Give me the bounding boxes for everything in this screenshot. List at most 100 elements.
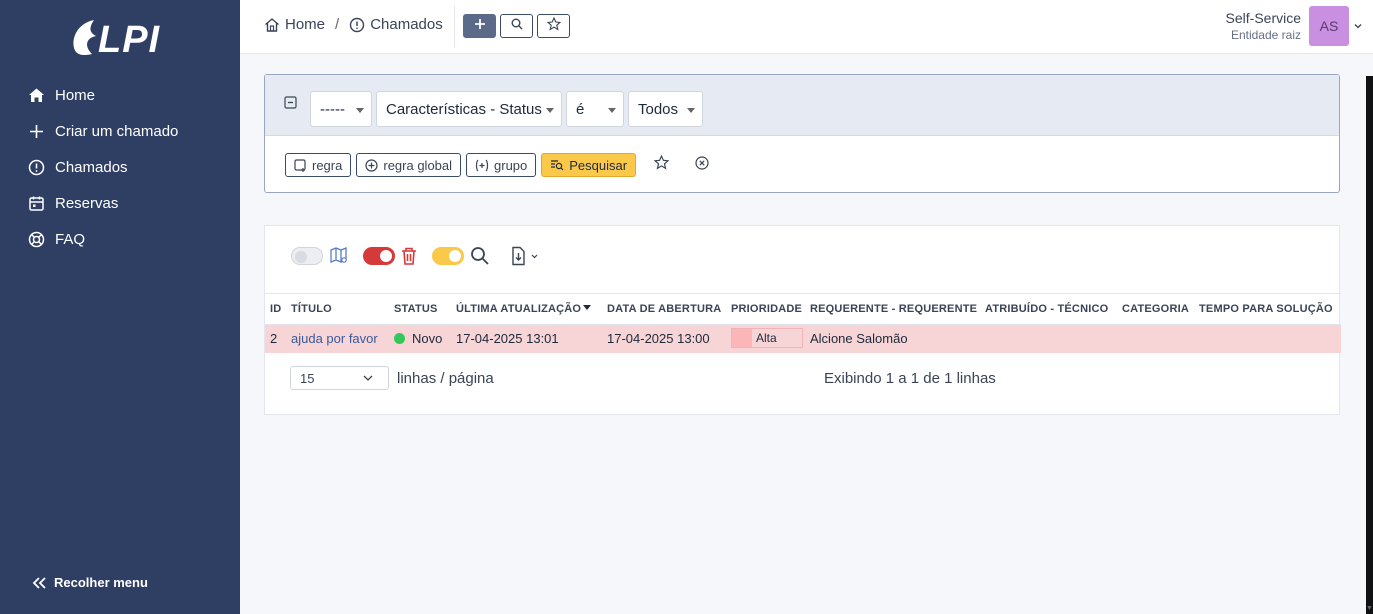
results-card: ID TÍTULO STATUS ÚLTIMA ATUALIZAÇÃO DATA… xyxy=(264,225,1341,415)
alert-circle-icon xyxy=(349,17,365,33)
add-group-button[interactable]: grupo xyxy=(466,153,537,177)
search-icon[interactable] xyxy=(470,246,490,266)
column-header-priority[interactable]: PRIORIDADE xyxy=(726,293,805,325)
column-header-status[interactable]: STATUS xyxy=(389,293,451,325)
star-icon xyxy=(546,16,561,36)
cell-last-update: 17-04-2025 13:01 xyxy=(451,324,602,353)
calendar-icon xyxy=(28,195,45,212)
saved-searches-button[interactable] xyxy=(537,14,570,38)
field-select-value: Características - Status xyxy=(386,100,542,118)
link-select[interactable]: ----- xyxy=(310,91,372,127)
sidebar-item-reservas[interactable]: Reservas xyxy=(0,185,240,221)
sidebar-item-faq[interactable]: FAQ xyxy=(0,221,240,257)
column-header-opened[interactable]: DATA DE ABERTURA xyxy=(602,293,726,325)
map-icon[interactable] xyxy=(329,246,349,266)
toggle-knob xyxy=(449,250,461,262)
export-icon[interactable] xyxy=(510,246,540,266)
star-icon xyxy=(653,154,669,175)
column-header-category[interactable]: CATEGORIA xyxy=(1117,293,1194,325)
table-header-row: ID TÍTULO STATUS ÚLTIMA ATUALIZAÇÃO DATA… xyxy=(265,293,1341,325)
status-new-icon xyxy=(394,333,405,345)
value-select-value: Todos xyxy=(638,100,679,118)
column-header-requester[interactable]: REQUERENTE - REQUERENTE xyxy=(805,293,980,325)
avatar[interactable]: AS xyxy=(1309,6,1349,46)
column-header-technician[interactable]: ATRIBUÍDO - TÉCNICO xyxy=(980,293,1117,325)
ticket-title-link[interactable]: ajuda por favor xyxy=(291,331,378,346)
sidebar-item-label: Criar um chamado xyxy=(55,122,179,140)
list-search-icon xyxy=(550,159,564,171)
circle-x-icon xyxy=(695,155,709,175)
breadcrumb: Home / Chamados xyxy=(264,16,443,33)
user-entity: Entidade raiz xyxy=(1230,28,1301,42)
criteria-actions: regra regra global grupo Pesquisar xyxy=(285,153,714,177)
circle-plus-icon xyxy=(365,158,378,172)
scroll-down-arrow[interactable]: ▼ xyxy=(1366,605,1373,612)
priority-label: Alta xyxy=(756,330,777,345)
user-info: Self-Service Entidade raiz xyxy=(1226,10,1301,42)
sidebar-item-label: FAQ xyxy=(55,230,86,248)
field-select[interactable]: Características - Status xyxy=(376,91,562,127)
map-toggle[interactable] xyxy=(291,247,323,265)
brackets-plus-icon xyxy=(475,159,489,172)
home-icon xyxy=(28,87,45,104)
plus-icon xyxy=(474,17,486,35)
breadcrumb-chamados[interactable]: Chamados xyxy=(349,16,443,33)
rows-per-page-select[interactable]: 15 xyxy=(290,366,389,390)
glpi-logo[interactable]: LPI xyxy=(68,14,172,60)
status-label: Novo xyxy=(412,331,443,347)
add-rule-button[interactable]: regra xyxy=(285,153,352,177)
toggle-knob xyxy=(380,250,392,262)
cell-category xyxy=(1117,324,1194,353)
breadcrumb-separator: / xyxy=(335,16,340,33)
search-criteria-panel: ----- Características - Status é Todos r… xyxy=(264,74,1340,193)
plus-icon xyxy=(28,123,45,140)
add-ticket-button[interactable] xyxy=(463,14,496,38)
results-toolbar xyxy=(291,246,540,266)
sidebar-item-label: Reservas xyxy=(55,194,119,212)
save-search-button[interactable] xyxy=(649,153,673,177)
header-actions xyxy=(463,14,570,38)
column-header-last-update[interactable]: ÚLTIMA ATUALIZAÇÃO xyxy=(451,293,602,325)
table-row[interactable]: 2 ajuda por favor Novo 17-04-2025 13:01 … xyxy=(265,324,1341,353)
alert-circle-icon xyxy=(28,159,45,176)
results-count: Exibindo 1 a 1 de 1 linhas xyxy=(824,370,996,387)
caret-down-icon xyxy=(608,108,616,113)
priority-swatch xyxy=(732,328,752,347)
value-select[interactable]: Todos xyxy=(628,91,703,127)
operator-select[interactable]: é xyxy=(566,91,624,127)
sidebar-item-chamados[interactable]: Chamados xyxy=(0,149,240,185)
toggle-knob xyxy=(295,251,307,263)
svg-text:LPI: LPI xyxy=(98,19,161,60)
pagination: 15 linhas / página xyxy=(290,366,494,390)
search-toggle[interactable] xyxy=(432,247,464,265)
divider xyxy=(454,6,455,48)
sidebar-item-home[interactable]: Home xyxy=(0,77,240,113)
top-bar: Home / Chamados Self-Service Entidade ra… xyxy=(240,0,1373,54)
results-table: ID TÍTULO STATUS ÚLTIMA ATUALIZAÇÃO DATA… xyxy=(265,293,1341,353)
search-icon xyxy=(511,17,523,35)
priority-badge: Alta xyxy=(731,327,803,348)
column-header-title[interactable]: TÍTULO xyxy=(286,293,389,325)
trash-icon[interactable] xyxy=(400,246,418,266)
sidebar-item-label: Home xyxy=(55,86,96,104)
search-button[interactable]: Pesquisar xyxy=(541,153,637,177)
column-header-id[interactable]: ID xyxy=(265,293,286,325)
column-header-solve-time[interactable]: TEMPO PARA SOLUÇÃO xyxy=(1194,293,1341,325)
reset-search-button[interactable] xyxy=(690,153,714,177)
cell-opened: 17-04-2025 13:00 xyxy=(602,324,726,353)
breadcrumb-home[interactable]: Home xyxy=(264,16,325,33)
cell-id: 2 xyxy=(265,324,286,353)
add-global-rule-button[interactable]: regra global xyxy=(356,153,462,177)
sidebar-item-criar-chamado[interactable]: Criar um chamado xyxy=(0,113,240,149)
add-global-rule-label: regra global xyxy=(383,157,453,173)
page-scrollbar[interactable] xyxy=(1366,76,1373,614)
trash-toggle[interactable] xyxy=(363,247,395,265)
toggle-search-button[interactable] xyxy=(500,14,533,38)
user-menu[interactable]: Self-Service Entidade raiz AS xyxy=(1226,6,1363,46)
collapse-menu-label: Recolher menu xyxy=(54,575,148,590)
collapse-menu-button[interactable]: Recolher menu xyxy=(32,575,148,590)
add-rule-label: regra xyxy=(312,157,343,173)
collapse-criteria-icon[interactable] xyxy=(283,95,297,109)
chevrons-left-icon xyxy=(32,576,48,590)
sidebar: LPI Home Criar um chamado Chamados Reser… xyxy=(0,0,240,614)
